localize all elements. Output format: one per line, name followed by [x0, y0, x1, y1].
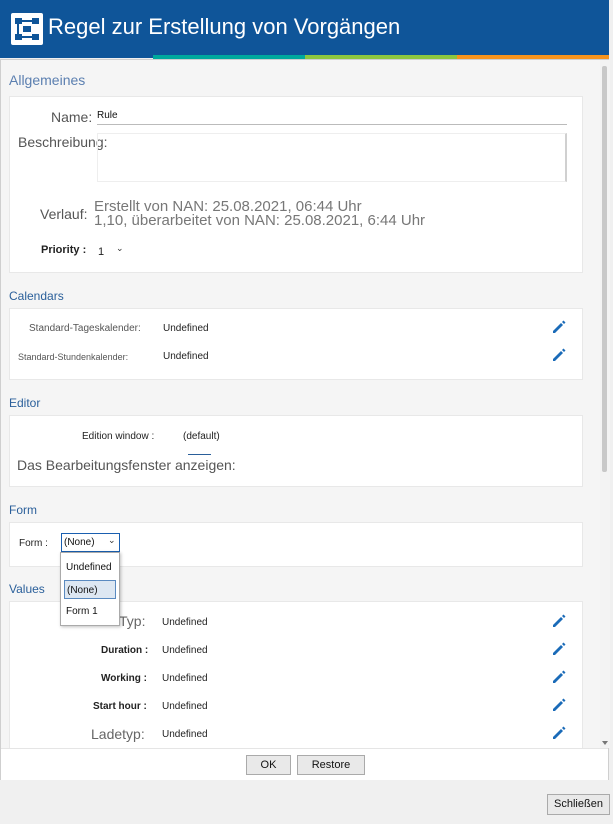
name-label: Name: — [51, 109, 93, 125]
priority-label: Priority : — [41, 244, 87, 256]
editor-panel: Edition window : (default) Das Bearbeitu… — [9, 415, 583, 487]
dialog-title: Regel zur Erstellung von Vorgängen — [48, 14, 401, 39]
value-typ: Undefined — [162, 617, 208, 628]
edition-window-underline — [188, 454, 211, 455]
edit-pencil-icon[interactable] — [552, 320, 566, 334]
edition-window-label: Edition window : — [82, 431, 155, 442]
edit-pencil-icon[interactable] — [552, 726, 566, 740]
scrollbar-thumb[interactable] — [602, 66, 607, 472]
title-bar: Regel zur Erstellung von Vorgängen — [0, 0, 609, 58]
general-panel: Name: Rule Beschreibung: Verlauf: Erstel… — [9, 96, 583, 273]
vertical-scrollbar[interactable] — [600, 60, 610, 748]
value-label-duration: Duration : — [101, 645, 149, 656]
value-label-ladetyp: Ladetyp: — [91, 726, 145, 742]
calendar-value-day: Undefined — [163, 323, 209, 334]
calendars-panel: Standard-Tageskalender: Undefined Standa… — [9, 308, 583, 380]
value-start-hour: Undefined — [162, 701, 208, 712]
close-button[interactable]: Schließen — [547, 794, 610, 815]
section-title-form: Form — [9, 503, 37, 517]
ok-button[interactable]: OK — [246, 755, 291, 775]
priority-select[interactable]: 1 ⌄ — [98, 242, 130, 258]
dialog-footer: OK Restore — [1, 748, 608, 780]
dropdown-option-none[interactable]: (None) — [64, 580, 116, 599]
section-title-calendars: Calendars — [9, 289, 64, 303]
chevron-down-icon: ⌄ — [116, 243, 124, 253]
scroll-content: Allgemeines Name: Rule Beschreibung: Ver… — [1, 60, 600, 748]
priority-value: 1 — [98, 246, 105, 258]
description-textarea[interactable] — [97, 133, 567, 182]
calendar-label-day: Standard-Tageskalender: — [29, 323, 141, 334]
section-title-editor: Editor — [9, 396, 41, 410]
dropdown-option-form-1[interactable]: Form 1 — [64, 602, 116, 621]
edition-window-value[interactable]: (default) — [183, 431, 220, 442]
dialog-body: Allgemeines Name: Rule Beschreibung: Ver… — [0, 59, 610, 780]
value-label-typ: Typ: — [119, 613, 146, 629]
form-dropdown-list: Undefined (None) Form 1 — [60, 552, 120, 626]
description-label: Beschreibung: — [18, 134, 108, 150]
history-modified: 1,10, überarbeitet von NAN: 25.08.2021, … — [94, 212, 426, 229]
section-title-values: Values — [9, 582, 45, 596]
value-label-start-hour: Start hour : — [93, 701, 147, 712]
show-editor-label: Das Bearbeitungsfenster anzeigen: — [17, 457, 236, 473]
edit-pencil-icon[interactable] — [552, 642, 566, 656]
value-working: Undefined — [162, 673, 208, 684]
edit-pencil-icon[interactable] — [552, 698, 566, 712]
form-select-value: (None) — [64, 537, 95, 548]
app-logo-icon — [11, 13, 43, 45]
value-duration: Undefined — [162, 645, 208, 656]
form-select[interactable]: (None) ⌄ — [61, 533, 120, 552]
scroll-down-icon[interactable] — [602, 741, 608, 745]
edit-pencil-icon[interactable] — [552, 614, 566, 628]
restore-button[interactable]: Restore — [297, 755, 365, 775]
name-input[interactable]: Rule — [97, 110, 567, 125]
form-label: Form : — [19, 538, 48, 549]
edit-pencil-icon[interactable] — [552, 670, 566, 684]
dropdown-option-undefined[interactable]: Undefined — [64, 558, 116, 577]
calendar-value-hour: Undefined — [163, 351, 209, 362]
calendar-label-hour: Standard-Stundenkalender: — [18, 352, 129, 362]
section-title-general: Allgemeines — [9, 72, 86, 88]
edit-pencil-icon[interactable] — [552, 348, 566, 362]
value-ladetyp: Undefined — [162, 729, 208, 740]
chevron-down-icon: ⌄ — [108, 535, 116, 545]
value-label-working: Working : — [101, 673, 147, 684]
history-label: Verlauf: — [40, 206, 88, 222]
